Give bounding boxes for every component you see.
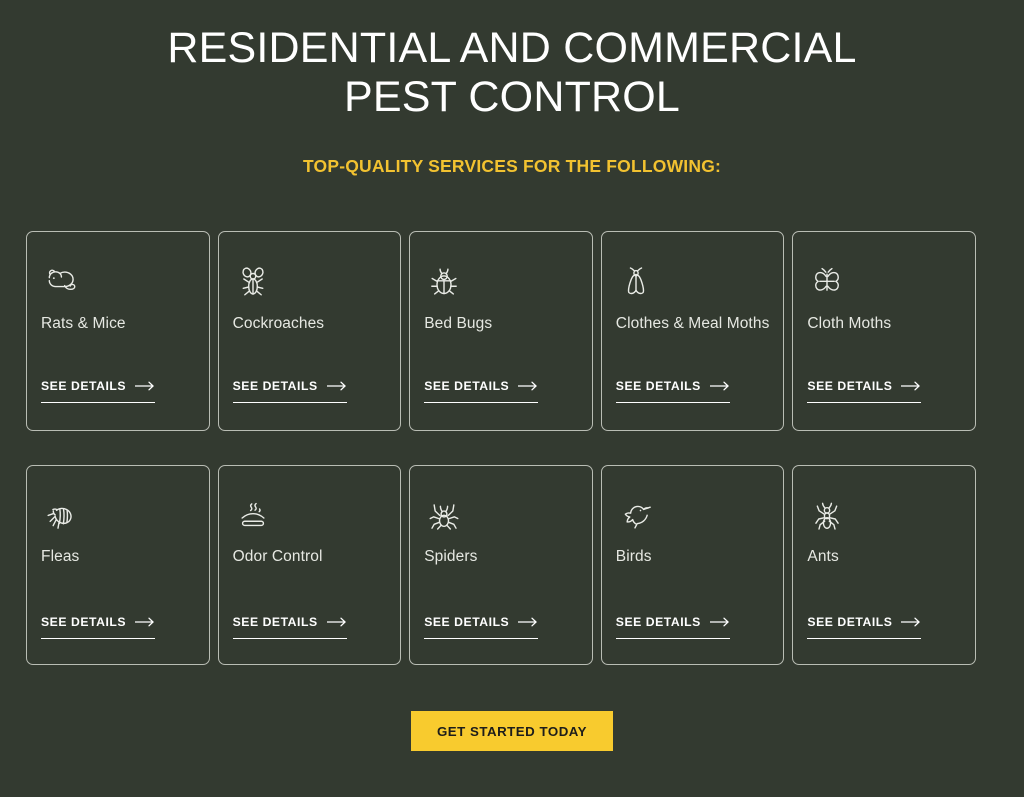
see-details-label: SEE DETAILS bbox=[232, 378, 318, 393]
service-card-ants[interactable]: Ants SEE DETAILS bbox=[792, 465, 976, 665]
link-underline bbox=[232, 637, 347, 639]
see-details-link[interactable]: SEE DETAILS bbox=[41, 378, 156, 403]
link-underline bbox=[41, 637, 156, 639]
arrow-right-icon bbox=[709, 381, 729, 390]
link-underline bbox=[232, 401, 347, 403]
arrow-right-icon bbox=[135, 381, 154, 390]
see-details-label: SEE DETAILS bbox=[615, 378, 701, 393]
service-card-fleas[interactable]: Fleas SEE DETAILS bbox=[26, 465, 210, 665]
see-details-link[interactable]: SEE DETAILS bbox=[615, 378, 730, 403]
see-details-link[interactable]: SEE DETAILS bbox=[424, 614, 539, 639]
odor-steam-icon bbox=[233, 495, 273, 535]
see-details-link[interactable]: SEE DETAILS bbox=[424, 378, 539, 403]
bird-icon bbox=[616, 495, 656, 535]
services-grid: Rats & Mice SEE DETAILS Cockroaches SEE … bbox=[26, 231, 976, 665]
arrow-right-icon bbox=[326, 617, 346, 626]
cockroach-icon bbox=[233, 261, 273, 301]
get-started-button[interactable]: GET STARTED TODAY bbox=[410, 711, 614, 752]
see-details-link[interactable]: SEE DETAILS bbox=[232, 614, 347, 639]
service-card-birds[interactable]: Birds SEE DETAILS bbox=[600, 465, 785, 665]
arrow-right-icon bbox=[709, 617, 729, 626]
see-details-link[interactable]: SEE DETAILS bbox=[807, 614, 922, 639]
ant-icon bbox=[807, 495, 847, 535]
butterfly-moth-icon bbox=[807, 261, 847, 301]
link-underline bbox=[615, 401, 730, 403]
service-card-rats-mice[interactable]: Rats & Mice SEE DETAILS bbox=[26, 231, 210, 431]
arrow-right-icon bbox=[518, 617, 537, 626]
service-title: Clothes & Meal Moths bbox=[615, 315, 770, 332]
arrow-right-icon bbox=[518, 381, 537, 390]
see-details-link[interactable]: SEE DETAILS bbox=[807, 378, 922, 403]
see-details-label: SEE DETAILS bbox=[807, 614, 893, 629]
service-title: Cockroaches bbox=[232, 315, 325, 332]
service-title: Rats & Mice bbox=[41, 315, 126, 332]
see-details-link[interactable]: SEE DETAILS bbox=[232, 378, 347, 403]
service-title: Ants bbox=[807, 548, 839, 565]
arrow-right-icon bbox=[901, 381, 921, 390]
service-title: Bed Bugs bbox=[424, 315, 493, 332]
spider-icon bbox=[424, 495, 464, 535]
arrow-right-icon bbox=[135, 617, 154, 626]
cta-container: GET STARTED TODAY bbox=[0, 711, 1024, 752]
see-details-link[interactable]: SEE DETAILS bbox=[41, 614, 156, 639]
see-details-label: SEE DETAILS bbox=[424, 614, 510, 629]
see-details-label: SEE DETAILS bbox=[41, 614, 127, 629]
service-title: Birds bbox=[615, 548, 652, 565]
service-card-odor-control[interactable]: Odor Control SEE DETAILS bbox=[217, 465, 402, 665]
arrow-right-icon bbox=[901, 617, 921, 626]
flea-icon bbox=[41, 495, 81, 535]
see-details-label: SEE DETAILS bbox=[232, 614, 318, 629]
service-card-cockroaches[interactable]: Cockroaches SEE DETAILS bbox=[217, 231, 402, 431]
moth-icon bbox=[616, 261, 656, 301]
see-details-link[interactable]: SEE DETAILS bbox=[615, 614, 730, 639]
subheadline: TOP-QUALITY SERVICES FOR THE FOLLOWING: bbox=[302, 156, 722, 176]
section-header: RESIDENTIAL AND COMMERCIAL PEST CONTROL … bbox=[0, 0, 1024, 177]
service-title: Odor Control bbox=[232, 548, 323, 565]
service-title: Fleas bbox=[41, 548, 80, 565]
see-details-label: SEE DETAILS bbox=[615, 614, 701, 629]
arrow-right-icon bbox=[326, 381, 346, 390]
headline-line-2: PEST CONTROL bbox=[343, 73, 681, 121]
bed-bug-icon bbox=[424, 261, 464, 301]
service-card-clothes-meal-moths[interactable]: Clothes & Meal Moths SEE DETAILS bbox=[600, 231, 785, 431]
link-underline bbox=[807, 637, 922, 639]
link-underline bbox=[424, 637, 539, 639]
service-card-bed-bugs[interactable]: Bed Bugs SEE DETAILS bbox=[409, 231, 593, 431]
service-card-cloth-moths[interactable]: Cloth Moths SEE DETAILS bbox=[792, 231, 976, 431]
pest-control-services-section: RESIDENTIAL AND COMMERCIAL PEST CONTROL … bbox=[0, 0, 1024, 797]
link-underline bbox=[807, 401, 922, 403]
see-details-label: SEE DETAILS bbox=[41, 378, 127, 393]
see-details-label: SEE DETAILS bbox=[424, 378, 510, 393]
headline-line-1: RESIDENTIAL AND COMMERCIAL bbox=[167, 24, 857, 72]
link-underline bbox=[424, 401, 539, 403]
service-card-spiders[interactable]: Spiders SEE DETAILS bbox=[409, 465, 593, 665]
see-details-label: SEE DETAILS bbox=[807, 378, 893, 393]
page-title: RESIDENTIAL AND COMMERCIAL PEST CONTROL bbox=[0, 24, 1024, 122]
service-title: Cloth Moths bbox=[807, 315, 892, 332]
rat-mouse-icon bbox=[41, 261, 81, 301]
link-underline bbox=[615, 637, 730, 639]
link-underline bbox=[41, 401, 156, 403]
service-title: Spiders bbox=[424, 548, 478, 565]
